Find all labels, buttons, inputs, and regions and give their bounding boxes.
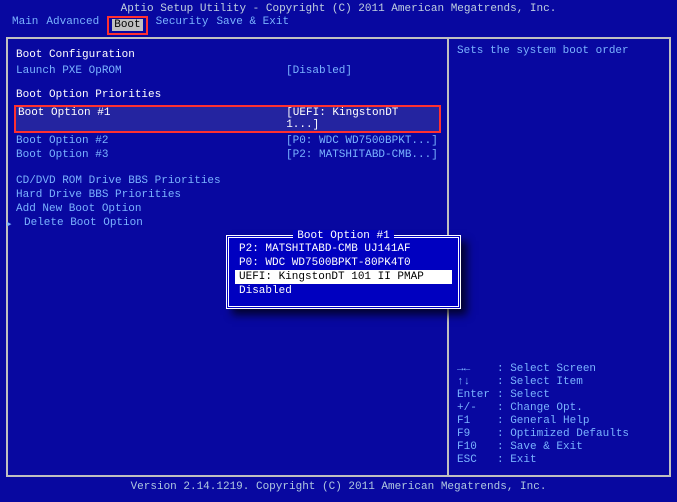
popup-option-2[interactable]: UEFI: KingstonDT 101 II PMAP <box>235 270 452 284</box>
key-plusminus-desc: : Change Opt. <box>497 402 583 414</box>
popup-title: Boot Option #1 <box>229 230 458 242</box>
tab-boot-highlight: Boot <box>107 16 147 35</box>
key-f10: F10 <box>457 441 497 453</box>
bios-root: Aptio Setup Utility - Copyright (C) 2011… <box>0 0 677 502</box>
boot-option-2-value: [P0: WDC WD7500BPKT...] <box>286 135 438 147</box>
key-f9: F9 <box>457 428 497 440</box>
boot-config-heading: Boot Configuration <box>16 49 439 61</box>
boot-option-1-label: Boot Option #1 <box>18 107 286 131</box>
key-enter: Enter <box>457 389 497 401</box>
key-f1-desc: : General Help <box>497 415 589 427</box>
key-esc: ESC <box>457 454 497 466</box>
triangle-right-icon: ▸ <box>6 217 13 231</box>
key-arrows-lr-desc: : Select Screen <box>497 363 596 375</box>
boot-option-1-row[interactable]: Boot Option #1 [UEFI: KingstonDT 1...] <box>14 105 441 133</box>
delete-boot-option-label: Delete Boot Option <box>24 217 143 229</box>
popup-option-1[interactable]: P0: WDC WD7500BPKT-80PK4T0 <box>229 256 458 270</box>
key-f9-desc: : Optimized Defaults <box>497 428 629 440</box>
help-panel: Sets the system boot order →←: Select Sc… <box>449 39 669 475</box>
popup-option-3[interactable]: Disabled <box>229 284 458 298</box>
hard-drive-bbs-row[interactable]: Hard Drive BBS Priorities <box>16 189 439 201</box>
add-boot-option-label: Add New Boot Option <box>16 203 141 215</box>
key-arrows-ud: ↑↓ <box>457 376 497 388</box>
key-enter-desc: : Select <box>497 389 550 401</box>
tab-boot[interactable]: Boot <box>112 19 142 31</box>
boot-option-3-label: Boot Option #3 <box>16 149 286 161</box>
key-f1: F1 <box>457 415 497 427</box>
boot-priorities-heading: Boot Option Priorities <box>16 89 439 101</box>
key-plusminus: +/- <box>457 402 497 414</box>
cd-dvd-bbs-label: CD/DVD ROM Drive BBS Priorities <box>16 175 221 187</box>
boot-option-3-value: [P2: MATSHITABD-CMB...] <box>286 149 438 161</box>
key-arrows-ud-desc: : Select Item <box>497 376 583 388</box>
add-boot-option-row[interactable]: Add New Boot Option <box>16 203 439 215</box>
key-esc-desc: : Exit <box>497 454 537 466</box>
popup-option-0[interactable]: P2: MATSHITABD-CMB UJ141AF <box>229 242 458 256</box>
key-f10-desc: : Save & Exit <box>497 441 583 453</box>
boot-option-3-row[interactable]: Boot Option #3 [P2: MATSHITABD-CMB...] <box>16 149 439 161</box>
tab-advanced[interactable]: Advanced <box>46 16 99 35</box>
boot-option-1-value: [UEFI: KingstonDT 1...] <box>286 107 437 131</box>
launch-pxe-value: [Disabled] <box>286 65 352 77</box>
tab-security[interactable]: Security <box>156 16 209 35</box>
launch-pxe-row[interactable]: Launch PXE OpROM [Disabled] <box>16 65 439 77</box>
boot-option-popup: Boot Option #1 P2: MATSHITABD-CMB UJ141A… <box>226 235 461 309</box>
key-arrows-lr: →← <box>457 363 497 375</box>
key-legend: →←: Select Screen ↑↓: Select Item Enter:… <box>457 362 661 467</box>
cd-dvd-bbs-row[interactable]: CD/DVD ROM Drive BBS Priorities <box>16 175 439 187</box>
main-area: Boot Configuration Launch PXE OpROM [Dis… <box>6 37 671 477</box>
version-footer: Version 2.14.1219. Copyright (C) 2011 Am… <box>0 477 677 497</box>
hard-drive-bbs-label: Hard Drive BBS Priorities <box>16 189 181 201</box>
boot-option-2-row[interactable]: Boot Option #2 [P0: WDC WD7500BPKT...] <box>16 135 439 147</box>
launch-pxe-label: Launch PXE OpROM <box>16 65 286 77</box>
boot-option-2-label: Boot Option #2 <box>16 135 286 147</box>
tab-save-exit[interactable]: Save & Exit <box>216 16 289 35</box>
delete-boot-option-row[interactable]: ▸ Delete Boot Option <box>16 217 439 229</box>
context-help-text: Sets the system boot order <box>457 45 661 57</box>
top-menu-bar: Main Advanced Boot Security Save & Exit <box>0 16 677 37</box>
utility-title: Aptio Setup Utility - Copyright (C) 2011… <box>0 0 677 16</box>
tab-main[interactable]: Main <box>12 16 38 35</box>
